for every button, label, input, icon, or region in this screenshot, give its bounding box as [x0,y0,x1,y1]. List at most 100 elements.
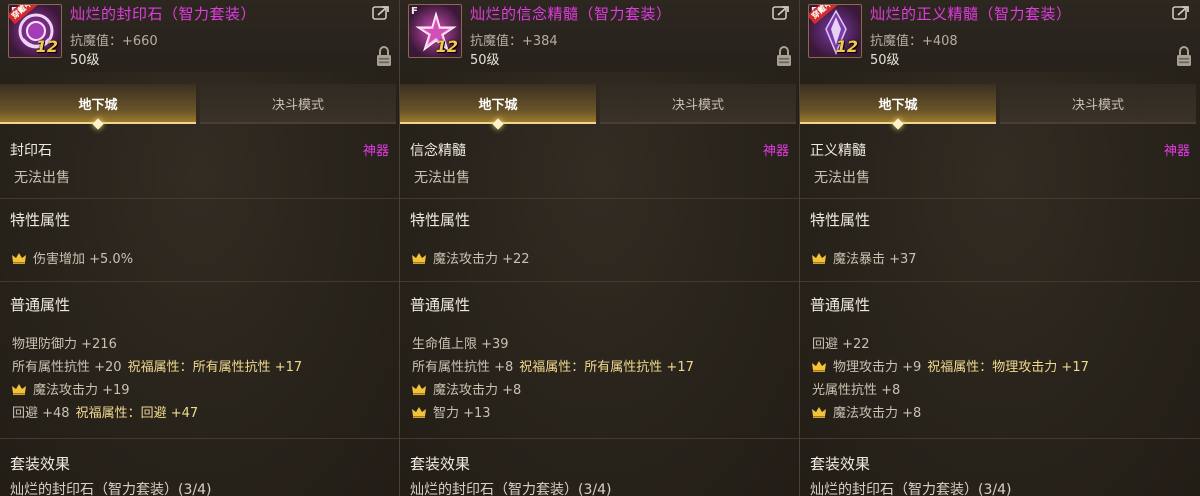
divider [400,198,799,199]
trait-stat-line: 魔法攻击力 +22 [412,248,530,267]
blessing-stat-text: 祝福属性：所有属性抗性 +17 [127,360,303,375]
reinforce-level: 12 [835,37,858,56]
common-stat-line: 所有属性抗性 +8 祝福属性：所有属性抗性 +17 [412,356,694,375]
item-name: 灿烂的信念精髓（智力套装） [470,5,672,23]
common-section-title: 普通属性 [10,296,71,314]
crown-icon [812,407,826,418]
stat-text: 所有属性抗性 +20 [12,360,122,375]
set-section-title: 套装效果 [410,455,471,473]
lock-icon[interactable] [376,45,392,67]
common-stat-line: 智力 +13 [412,402,491,421]
stat-text: 光属性抗性 +8 [812,383,901,398]
stat-text: 物理防御力 +216 [12,337,117,352]
grade-label: F [411,6,418,17]
item-tooltip-panel: F 12 灿烂的信念精髓（智力套装） 抗魔值：+384 50级 地下城 决斗模式 信念精髓 神器… [400,0,800,496]
stat-text: 魔法攻击力 +19 [33,383,130,398]
required-level: 50级 [70,53,100,68]
tab-dungeon[interactable]: 地下城 [400,84,596,130]
set-effect-line: 灿烂的封印石（智力套装）(3/4) [810,482,1012,496]
mode-tabs: 地下城 决斗模式 [0,84,399,130]
crown-icon [12,253,26,264]
tab-label: 决斗模式 [271,97,324,113]
divider [0,438,399,439]
sell-status: 无法出售 [14,170,70,186]
divider [400,281,799,282]
stat-text: 物理攻击力 +9 [833,360,922,375]
required-level: 50级 [470,53,500,68]
stat-text: 魔法攻击力 +8 [833,406,922,421]
item-icon[interactable]: F 12 [408,4,462,58]
item-category: 封印石 [10,143,52,159]
common-section-title: 普通属性 [410,296,471,314]
sell-status: 无法出售 [414,170,470,186]
tab-label: 地下城 [878,97,918,113]
crown-icon [812,361,826,372]
tab-dungeon[interactable]: 地下城 [800,84,996,130]
stat-text: 回避 +48 [12,406,70,421]
crown-icon [412,253,426,264]
stat-text: 生命值上限 +39 [412,337,509,352]
item-icon[interactable]: F穿戴中12 [808,4,862,58]
tab-pvp[interactable]: 决斗模式 [600,84,796,124]
tab-label: 决斗模式 [671,97,724,113]
tab-pvp[interactable]: 决斗模式 [1000,84,1196,124]
item-category: 信念精髓 [410,143,466,159]
trait-section-title: 特性属性 [810,211,871,229]
anti-magic-stat: 抗魔值：+660 [70,34,158,49]
crown-icon [812,253,826,264]
set-section-title: 套装效果 [810,455,871,473]
common-stat-line: 魔法攻击力 +19 [12,379,130,398]
divider [0,198,399,199]
item-header: F穿戴中12 灿烂的封印石（智力套装） 抗魔值：+660 50级 [0,0,399,72]
tab-dungeon[interactable]: 地下城 [0,84,196,130]
common-stat-line: 物理防御力 +216 [12,333,117,352]
tab-label: 决斗模式 [1071,97,1124,113]
common-stat-line: 回避 +48 祝福属性：回避 +47 [12,402,198,421]
mode-tabs: 地下城 决斗模式 [400,84,799,130]
blessing-stat-text: 祝福属性：所有属性抗性 +17 [519,360,694,375]
common-section-title: 普通属性 [810,296,871,314]
rarity-label: 神器 [762,144,789,159]
reinforce-level: 12 [35,37,58,56]
common-stat-line: 回避 +22 [812,333,870,352]
blessing-stat-text: 祝福属性：回避 +47 [75,406,199,421]
item-name: 灿烂的封印石（智力套装） [70,5,257,23]
lock-icon[interactable] [776,45,792,67]
share-icon[interactable] [372,5,390,21]
rarity-label: 神器 [1163,144,1190,159]
active-tab-indicator [892,118,904,130]
common-stat-line: 生命值上限 +39 [412,333,509,352]
divider [0,281,399,282]
tab-label: 地下城 [478,97,518,113]
crown-icon [412,407,426,418]
share-icon[interactable] [772,5,790,21]
item-header: F 12 灿烂的信念精髓（智力套装） 抗魔值：+384 50级 [400,0,799,72]
crown-icon [12,384,26,395]
stat-text: 伤害增加 +5.0% [33,252,134,267]
required-level: 50级 [870,53,900,68]
item-name: 灿烂的正义精髓（智力套装） [870,5,1072,23]
trait-section-title: 特性属性 [410,211,471,229]
lock-icon[interactable] [1176,45,1192,67]
stat-text: 魔法攻击力 +22 [433,252,530,267]
active-tab-indicator [492,118,504,130]
divider [800,198,1200,199]
item-tooltip-panel: F穿戴中12 灿烂的正义精髓（智力套装） 抗魔值：+408 50级地下城 决斗模式正义精… [800,0,1200,496]
stat-text: 回避 +22 [812,337,870,352]
share-icon[interactable] [1172,5,1190,21]
item-tooltip-row: F穿戴中12 灿烂的封印石（智力套装） 抗魔值：+660 50级地下城 决斗模式封印石 神… [0,0,1200,496]
set-section-title: 套装效果 [10,455,71,473]
active-tab-indicator [92,118,104,130]
trait-section-title: 特性属性 [10,211,71,229]
set-effect-line: 灿烂的封印石（智力套装）(3/4) [10,482,212,496]
trait-stat-line: 魔法暴击 +37 [812,248,917,267]
stat-text: 所有属性抗性 +8 [412,360,514,375]
tab-pvp[interactable]: 决斗模式 [200,84,396,124]
trait-stat-line: 伤害增加 +5.0% [12,248,133,267]
item-icon[interactable]: F穿戴中12 [8,4,62,58]
divider [800,438,1200,439]
item-header: F穿戴中12 灿烂的正义精髓（智力套装） 抗魔值：+408 50级 [800,0,1200,72]
common-stat-line: 魔法攻击力 +8 [412,379,521,398]
stat-text: 魔法攻击力 +8 [433,383,522,398]
anti-magic-stat: 抗魔值：+408 [870,34,958,49]
